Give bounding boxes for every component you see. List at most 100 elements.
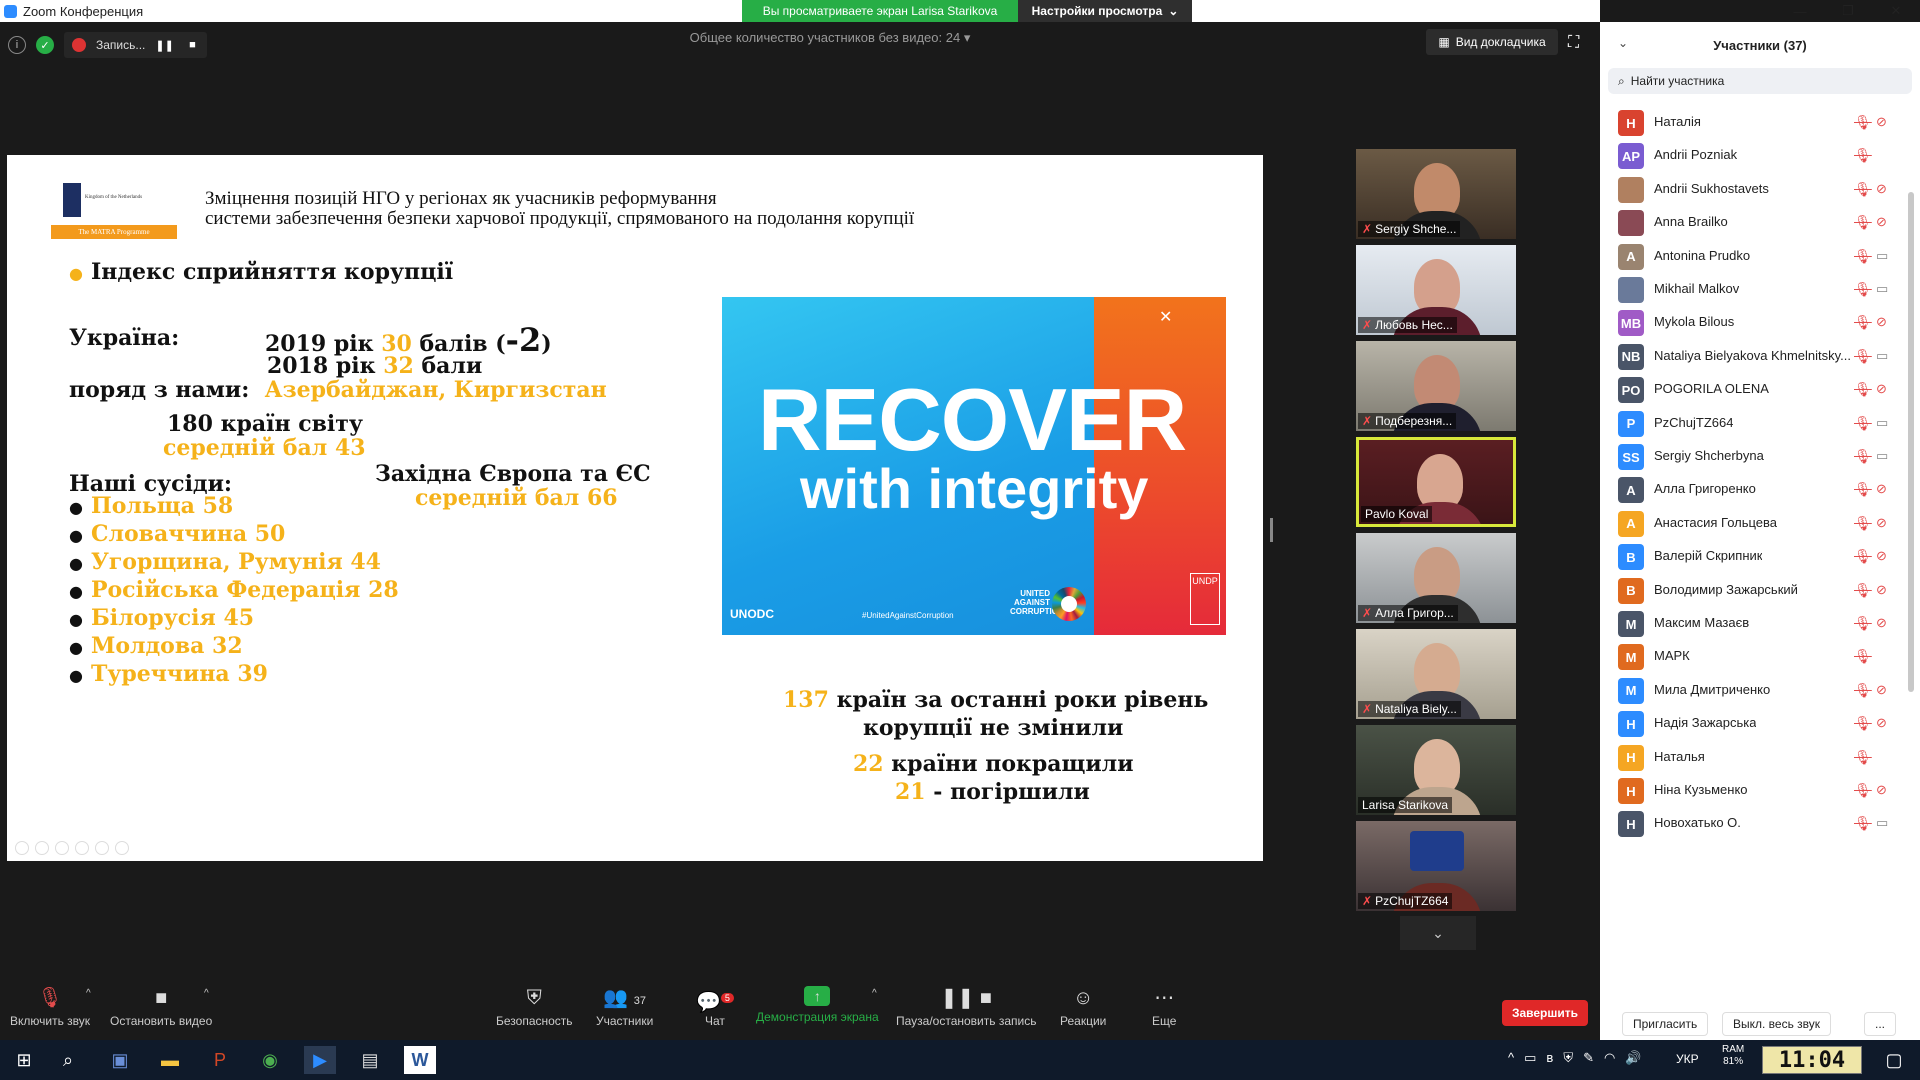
neighbor-label: Угорщина, Румунія 44 bbox=[90, 549, 381, 575]
slide-toolbar bbox=[15, 841, 129, 855]
tray-bluetooth-icon[interactable]: ʙ bbox=[1546, 1050, 1553, 1066]
more-button[interactable]: ⋯ Еще bbox=[1152, 986, 1176, 1028]
save-app-icon[interactable]: ▣ bbox=[104, 1046, 136, 1074]
keyboard-language[interactable]: УКР bbox=[1676, 1052, 1699, 1066]
chat-button[interactable]: 💬 5 Чат bbox=[696, 986, 734, 1028]
gallery-scroll-down-button[interactable]: ⌄ bbox=[1400, 916, 1476, 950]
tray-volume-icon[interactable]: 🔊 bbox=[1625, 1050, 1641, 1066]
camera-off-icon: ⊘ bbox=[1876, 715, 1887, 731]
security-button[interactable]: ⛨ Безопасность bbox=[496, 986, 573, 1028]
mute-all-button[interactable]: Выкл. весь звук bbox=[1722, 1012, 1832, 1036]
tray-zoom-icon[interactable]: ▭ bbox=[1524, 1050, 1536, 1066]
clock[interactable]: 11:04 bbox=[1762, 1046, 1862, 1074]
muted-mic-icon: 🎙 bbox=[1854, 782, 1872, 798]
info-icon[interactable]: i bbox=[8, 36, 26, 54]
slide-next-icon[interactable] bbox=[35, 841, 49, 855]
search-icon[interactable]: ⌕ bbox=[52, 1046, 84, 1074]
pause-recording-icon[interactable]: ❚❚ bbox=[155, 39, 173, 52]
minimize-button[interactable]: — bbox=[1776, 4, 1824, 19]
muted-mic-icon: 🎙 bbox=[1854, 514, 1872, 531]
share-screen-label: Демонстрация экрана bbox=[756, 1010, 879, 1024]
slide-grid-icon[interactable] bbox=[75, 841, 89, 855]
file-explorer-icon[interactable]: ▬ bbox=[154, 1046, 186, 1074]
participant-list-scrollbar[interactable] bbox=[1908, 192, 1914, 692]
stat-21: 21 - погіршили bbox=[895, 779, 1090, 805]
participants-button[interactable]: 👥 37 Участники bbox=[596, 986, 653, 1028]
participant-avatar: P bbox=[1618, 410, 1644, 437]
maximize-button[interactable]: ❐ bbox=[1824, 3, 1872, 19]
video-tile[interactable]: ✗ Nataliya Biely... bbox=[1356, 629, 1516, 719]
windows-start-icon[interactable]: ⊞ bbox=[8, 1046, 40, 1074]
tray-pen-icon[interactable]: ✎ bbox=[1583, 1050, 1594, 1066]
stop-video-button[interactable]: ■ Остановить видео bbox=[110, 986, 212, 1028]
tile-name: ✗ Любовь Нес... bbox=[1358, 317, 1457, 333]
video-tile[interactable]: ✗ Подберезня... bbox=[1356, 341, 1516, 431]
participant-avatar: М bbox=[1618, 677, 1644, 704]
west-europe: Західна Європа та ЄС bbox=[375, 461, 651, 487]
stat-137-value: 137 bbox=[783, 687, 829, 713]
participant-search-input[interactable]: ⌕ Найти участника bbox=[1608, 68, 1912, 94]
neighbor-item: ● Білорусія 45 bbox=[69, 605, 255, 631]
neighbor-item: ● Словаччина 50 bbox=[69, 521, 286, 547]
video-tile[interactable]: Larisa Starikova bbox=[1356, 725, 1516, 815]
pause-stop-recording-button[interactable]: ❚❚ ■ Пауза/остановить запись bbox=[896, 986, 1036, 1028]
camera-off-icon: ⊘ bbox=[1876, 314, 1887, 330]
participant-row[interactable]: Н Новохатько О. 🎙 ▭ bbox=[1600, 803, 1900, 844]
participant-name: Наталья bbox=[1654, 748, 1705, 764]
speaker-view-button[interactable]: ▦ Вид докладчика bbox=[1426, 29, 1558, 55]
tray-chevron-icon[interactable]: ^ bbox=[1508, 1050, 1514, 1066]
slide-more-icon[interactable] bbox=[115, 841, 129, 855]
video-options-chevron-icon[interactable]: ^ bbox=[204, 988, 209, 999]
unmute-button[interactable]: 🎙 Включить звук bbox=[10, 986, 90, 1028]
muted-mic-icon: 🎙 bbox=[1854, 448, 1872, 464]
system-tray: ^ ▭ ʙ ⛨ ✎ ◠ 🔊 bbox=[1508, 1050, 1642, 1066]
stop-recording-icon[interactable]: ■ bbox=[183, 39, 201, 51]
invite-button[interactable]: Пригласить bbox=[1622, 1012, 1709, 1036]
tray-wifi-icon[interactable]: ◠ bbox=[1604, 1050, 1615, 1066]
muted-mic-icon: ✗ bbox=[1362, 894, 1373, 908]
share-screen-button[interactable]: ↑ Демонстрация экрана bbox=[756, 986, 879, 1024]
encryption-shield-icon[interactable]: ✓ bbox=[36, 36, 54, 54]
video-tile-active-speaker[interactable]: Pavlo Koval bbox=[1356, 437, 1516, 527]
panel-more-button[interactable]: ... bbox=[1864, 1012, 1897, 1036]
no-video-count[interactable]: Общее количество участников без видео: 2… bbox=[630, 30, 1030, 46]
slide-title-line1: Зміцнення позицій НГО у регіонах як учас… bbox=[205, 188, 717, 209]
notifications-icon[interactable]: ▢ bbox=[1878, 1046, 1910, 1074]
reactions-label: Реакции bbox=[1060, 1014, 1107, 1028]
reactions-button[interactable]: ☺ Реакции bbox=[1060, 986, 1106, 1028]
slide-prev-icon[interactable] bbox=[15, 841, 29, 855]
no-video-count-label: Общее количество участников без видео: 2… bbox=[689, 30, 961, 45]
audio-options-chevron-icon[interactable]: ^ bbox=[86, 988, 91, 999]
zoom-app-icon[interactable]: ▶ bbox=[304, 1046, 336, 1074]
tray-shield-icon[interactable]: ⛨ bbox=[1563, 1050, 1573, 1066]
view-options-button[interactable]: Настройки просмотра ⌄ bbox=[1018, 0, 1192, 22]
ram-indicator: RAM 81% bbox=[1722, 1044, 1744, 1068]
video-tile[interactable]: ✗ Алла Григор... bbox=[1356, 533, 1516, 623]
image-viewer-icon[interactable]: ▤ bbox=[354, 1046, 386, 1074]
slide-zoom-icon[interactable] bbox=[95, 841, 109, 855]
chrome-icon[interactable]: ◉ bbox=[254, 1046, 286, 1074]
tile-name-text: Подберезня... bbox=[1375, 414, 1453, 428]
participant-avatar: М bbox=[1618, 644, 1644, 671]
stat-22: 22 країни покращили bbox=[853, 751, 1134, 777]
powerpoint-icon[interactable]: P bbox=[204, 1046, 236, 1074]
slide-pen-icon[interactable] bbox=[55, 841, 69, 855]
muted-mic-icon: 🎙 bbox=[1854, 314, 1872, 331]
change-2019: -2 bbox=[505, 321, 542, 359]
participant-avatar bbox=[1618, 210, 1644, 237]
close-button[interactable]: ✕ bbox=[1872, 3, 1920, 19]
split-resize-handle[interactable] bbox=[1270, 518, 1273, 542]
camera-icon: ▭ bbox=[1876, 247, 1889, 263]
index-heading: ● Індекс сприйняття корупції bbox=[69, 259, 454, 285]
word-icon[interactable]: W bbox=[404, 1046, 436, 1074]
video-tile[interactable]: ✗ Любовь Нес... bbox=[1356, 245, 1516, 335]
fullscreen-icon[interactable]: ⛶ bbox=[1568, 34, 1579, 52]
camera-off-icon: ⊘ bbox=[1876, 548, 1887, 564]
video-tile[interactable]: ✗ Sergiy Shche... bbox=[1356, 149, 1516, 239]
ram-label: RAM bbox=[1722, 1044, 1745, 1055]
video-tile[interactable]: ✗ PzChujTZ664 bbox=[1356, 821, 1516, 911]
camera-off-icon: ⊘ bbox=[1876, 615, 1887, 630]
share-options-chevron-icon[interactable]: ^ bbox=[872, 988, 877, 999]
grid-view-icon: ▦ bbox=[1438, 35, 1450, 49]
end-meeting-button[interactable]: Завершить bbox=[1502, 1000, 1588, 1026]
